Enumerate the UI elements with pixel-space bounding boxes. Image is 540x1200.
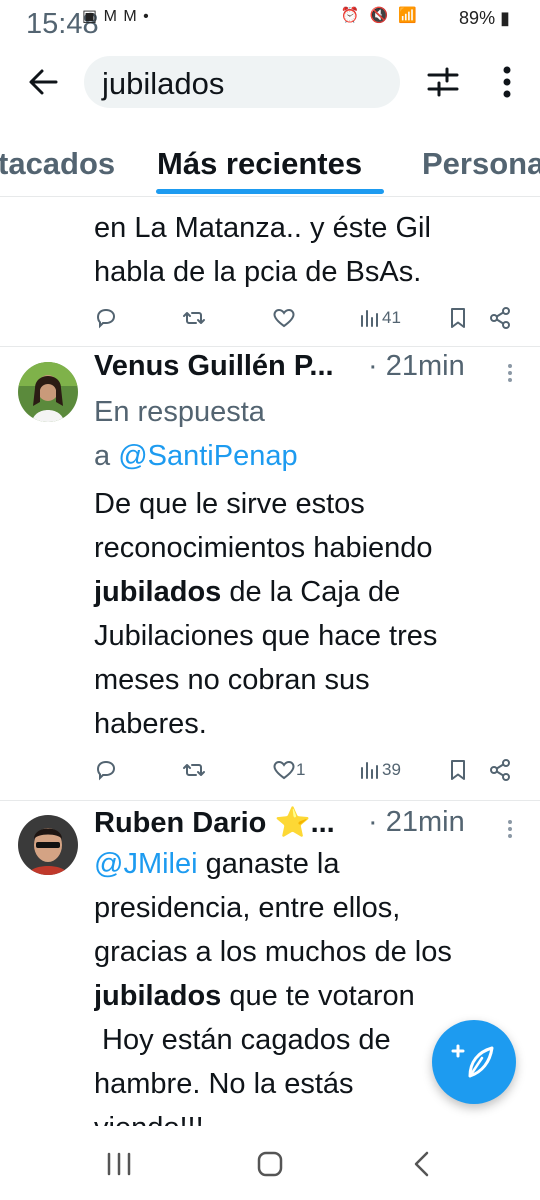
system-back-button[interactable]	[410, 1150, 434, 1178]
back-button[interactable]	[26, 62, 60, 102]
highlighted-keyword: jubilados	[94, 980, 222, 1012]
tab-destacados[interactable]: tacados	[0, 146, 115, 182]
search-filter-button[interactable]	[426, 64, 460, 100]
compose-tweet-button[interactable]	[432, 1020, 516, 1104]
more-options-button[interactable]	[498, 62, 516, 102]
battery-icon: ▮	[500, 8, 510, 28]
arrow-left-icon	[29, 69, 58, 95]
share-button[interactable]	[488, 758, 512, 782]
tweet-divider	[0, 800, 540, 801]
views-button[interactable]: 39	[358, 758, 401, 782]
share-icon	[490, 307, 510, 329]
tweet-text: en La Matanza.. y éste Gil habla de la p…	[94, 212, 431, 288]
tweet-timestamp[interactable]: · 21min	[368, 806, 465, 839]
reply-button[interactable]	[94, 306, 118, 330]
bookmark-icon	[451, 308, 465, 328]
reply-button[interactable]	[94, 758, 118, 782]
avatar-photo-icon	[18, 362, 78, 422]
sliders-icon	[427, 67, 459, 97]
bookmark-button[interactable]	[446, 758, 470, 782]
notification-icons: ▣ M M •	[82, 8, 150, 25]
bookmark-button[interactable]	[446, 306, 470, 330]
tweet-more-button[interactable]	[500, 358, 520, 388]
heart-icon	[273, 760, 295, 780]
reply-handle-link[interactable]: @SantiPenap	[118, 440, 297, 472]
reply-icon	[96, 760, 116, 781]
retweet-button[interactable]	[182, 306, 206, 330]
system-navigation-bar	[0, 1126, 540, 1200]
analytics-icon	[361, 310, 378, 327]
tweet-timestamp[interactable]: · 21min	[368, 350, 465, 383]
tweet-author-name[interactable]: Venus Guillén P...	[94, 350, 334, 383]
reply-context: En respuesta a @SantiPenap	[94, 396, 298, 472]
share-button[interactable]	[488, 306, 512, 330]
search-tabs: tacados Más recientes Persona	[0, 120, 540, 197]
views-button[interactable]: 41	[358, 306, 401, 330]
highlighted-keyword: jubilados	[94, 576, 222, 608]
retweet-icon	[183, 764, 205, 776]
reply-icon	[96, 308, 116, 329]
status-bar: 15:48 ▣ M M • ⏰ 🔇 📶 89% ▮	[0, 0, 540, 40]
tweet-actions: 1 39	[94, 758, 524, 788]
like-button[interactable]	[272, 306, 296, 330]
chevron-left-icon	[414, 1151, 429, 1177]
tab-mas-recientes[interactable]: Más recientes	[157, 146, 362, 182]
like-count: 1	[296, 760, 306, 779]
bookmark-icon	[451, 760, 465, 780]
share-icon	[490, 759, 510, 781]
recent-apps-button[interactable]	[104, 1150, 134, 1178]
tweet-text: De que le sirve estos reconocimientos ha…	[94, 488, 438, 740]
recent-apps-icon	[107, 1152, 131, 1176]
heart-icon	[273, 308, 295, 328]
retweet-button[interactable]	[182, 758, 206, 782]
active-tab-indicator	[156, 189, 384, 194]
retweet-icon	[183, 312, 205, 324]
avatar[interactable]	[18, 815, 78, 875]
views-count: 39	[382, 760, 401, 779]
views-count: 41	[382, 308, 401, 327]
battery-level: 89% ▮	[459, 8, 510, 28]
mention-link[interactable]: @JMilei	[94, 848, 198, 880]
system-status-icons: ⏰ 🔇 📶	[340, 7, 420, 24]
like-button[interactable]: 1	[272, 758, 305, 782]
more-vertical-icon	[503, 66, 511, 98]
search-input[interactable]: jubilados	[84, 56, 400, 108]
tweet-divider	[0, 346, 540, 347]
tweet-author-name[interactable]: Ruben Dario ⭐...	[94, 806, 335, 840]
avatar-photo-icon	[18, 815, 78, 875]
tweet-actions: 41	[94, 306, 524, 336]
home-icon	[257, 1151, 283, 1177]
tab-personas[interactable]: Persona	[422, 146, 540, 182]
analytics-icon	[361, 762, 378, 779]
more-vertical-icon	[508, 364, 512, 382]
home-button[interactable]	[256, 1150, 284, 1178]
tweet-more-button[interactable]	[500, 814, 520, 844]
more-vertical-icon	[508, 820, 512, 838]
compose-feather-icon	[451, 1044, 494, 1078]
avatar[interactable]	[18, 362, 78, 422]
search-query: jubilados	[102, 66, 225, 101]
